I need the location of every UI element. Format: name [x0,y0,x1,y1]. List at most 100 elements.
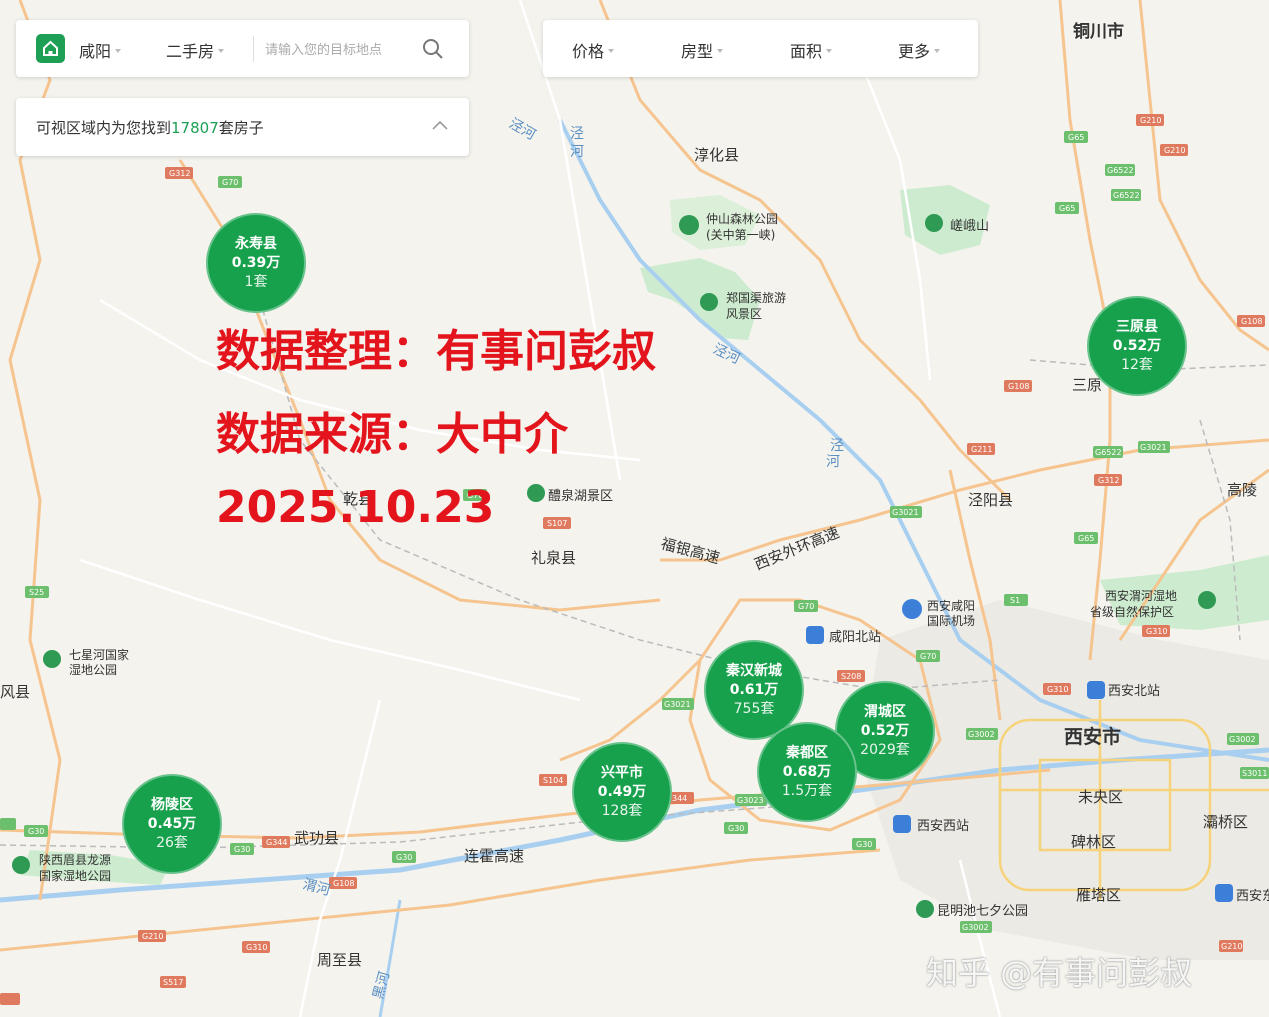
cluster-name: 三原县 [1116,318,1158,335]
filter-more-label: 更多 [898,42,931,61]
cluster-name: 秦汉新城 [726,662,782,679]
svg-text:G3002: G3002 [1229,735,1256,744]
cluster-name: 秦都区 [786,744,828,761]
label-zhengguoqu-2: 风景区 [726,307,762,321]
svg-text:G310: G310 [246,943,267,952]
svg-text:G70: G70 [798,602,814,611]
search-icon[interactable] [422,38,444,60]
label-gaoling: 高陵 [1227,481,1257,499]
cluster-price: 0.61万 [729,681,779,698]
cluster-price: 0.49万 [597,783,647,800]
svg-text:G6522: G6522 [1095,448,1122,457]
svg-text:G210: G210 [1221,942,1242,951]
svg-text:S1: S1 [1010,596,1020,605]
svg-text:G210: G210 [1164,146,1185,155]
cluster-count: 128套 [601,802,643,819]
svg-text:G108: G108 [333,879,354,888]
label-qixinghe-1: 七星河国家 [69,647,129,662]
chevron-down-icon [218,49,225,53]
svg-text:G210: G210 [1140,116,1161,125]
filter-price[interactable]: 价格 [572,38,615,62]
filter-area-label: 面积 [790,42,823,61]
filter-price-label: 价格 [572,42,605,61]
svg-text:G310: G310 [1146,627,1167,636]
svg-text:G3002: G3002 [962,923,989,932]
svg-text:G3021: G3021 [892,508,919,517]
category-dropdown[interactable]: 二手房 [166,38,225,62]
svg-text:泾: 泾 [570,126,584,142]
label-baqiao: 灞桥区 [1203,813,1248,831]
label-kunmingchi: 昆明池七夕公园 [937,904,1028,919]
category-label: 二手房 [166,42,215,61]
label-chunhua: 淳化县 [694,146,739,164]
watermark: 知乎 @有事问彭叔 [926,954,1193,992]
svg-text:G65: G65 [1078,534,1094,543]
cluster-price: 0.68万 [782,763,832,780]
label-lianhuo: 连霍高速 [464,847,524,865]
svg-text:河: 河 [570,144,584,160]
label-wetland-2: 省级自然保护区 [1090,604,1174,619]
result-prefix: 可视区域内为您找到 [36,119,172,137]
cluster-yongshou[interactable]: 永寿县 0.39万 1套 [206,213,306,313]
svg-text:G3021: G3021 [1140,443,1167,452]
cluster-xingping[interactable]: 兴平市 0.49万 128套 [572,742,672,842]
svg-text:G210: G210 [142,932,163,941]
svg-text:G211: G211 [971,445,992,454]
cluster-qindu[interactable]: 秦都区 0.68万 1.5万套 [757,722,857,822]
svg-text:S3011: S3011 [1242,769,1267,778]
chevron-up-icon[interactable] [432,120,448,130]
cluster-count: 2029套 [860,741,910,758]
search-input[interactable] [263,35,417,65]
label-weiyang: 未央区 [1078,788,1123,806]
label-jingyang: 泾阳县 [968,491,1013,509]
label-tongchuan: 铜川市 [1073,21,1124,42]
cluster-sanyuan[interactable]: 三原县 0.52万 12套 [1087,296,1187,396]
svg-text:S107: S107 [547,519,567,528]
svg-text:G30: G30 [234,845,250,854]
svg-text:G65: G65 [1059,204,1075,213]
label-airport-2: 国际机场 [927,614,975,628]
svg-text:G30: G30 [728,824,744,833]
label-zhouzhi: 周至县 [317,951,362,969]
cluster-name: 杨陵区 [151,796,193,813]
filter-more[interactable]: 更多 [898,38,941,62]
cluster-price: 0.45万 [147,815,197,832]
label-fengxian: 风县 [0,683,30,701]
svg-text:G312: G312 [169,169,190,178]
label-liquanhu: 醴泉湖景区 [548,488,613,504]
cluster-count: 1套 [244,273,268,290]
label-zhengguoqu-1: 郑国渠旅游 [726,290,786,305]
cluster-yangling[interactable]: 杨陵区 0.45万 26套 [122,774,222,874]
svg-text:泾: 泾 [830,438,844,454]
svg-text:G312: G312 [1098,476,1119,485]
chevron-down-icon [717,49,724,53]
label-sanyuan: 三原 [1072,376,1102,394]
chevron-down-icon [608,49,615,53]
cluster-price: 0.52万 [860,722,910,739]
filter-area[interactable]: 面积 [790,38,833,62]
result-summary: 可视区域内为您找到17807套房子 [36,117,264,138]
filter-panel: 价格 房型 面积 更多 [543,20,978,77]
svg-text:G108: G108 [1008,382,1029,391]
label-meixian-1: 陕西眉县龙源 [39,852,111,867]
filter-layout[interactable]: 房型 [681,38,724,62]
cluster-name: 永寿县 [235,235,277,252]
label-wugong: 武功县 [294,829,339,847]
label-xianbei: 西安北站 [1108,684,1160,699]
svg-text:S208: S208 [841,672,861,681]
label-meixian-2: 国家湿地公园 [39,868,111,883]
chevron-down-icon [115,49,122,53]
svg-text:G3021: G3021 [664,700,691,709]
svg-text:G108: G108 [1241,317,1262,326]
label-wetland-1: 西安渭河湿地 [1105,588,1177,603]
svg-text:G30: G30 [856,840,872,849]
label-zhongshan-1: 仲山森林公园 [706,211,778,226]
home-button[interactable] [36,34,65,63]
chevron-down-icon [826,49,833,53]
search-panel: 咸阳 二手房 [16,20,469,77]
svg-text:G6522: G6522 [1107,166,1134,175]
divider [253,36,254,62]
cluster-count: 12套 [1121,356,1153,373]
city-dropdown[interactable]: 咸阳 [79,38,122,62]
cluster-count: 755套 [733,700,775,717]
